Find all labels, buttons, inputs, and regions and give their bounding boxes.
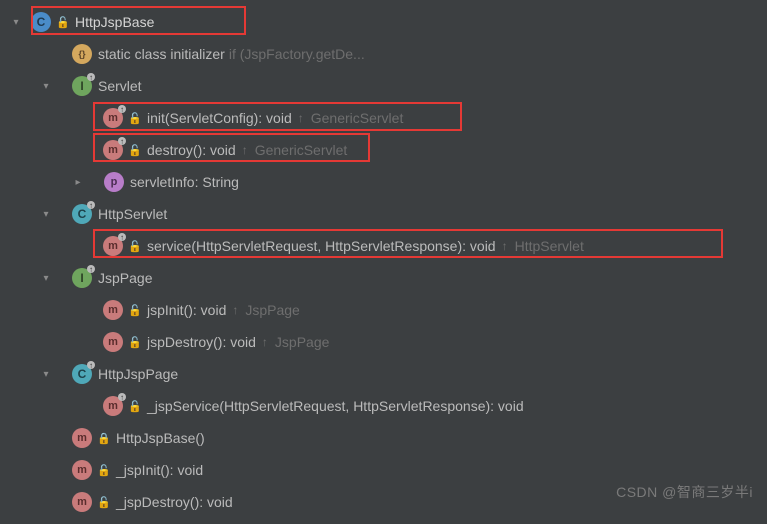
lock-open-icon: 🔓 — [129, 112, 141, 124]
method-sig: service(HttpServletRequest, HttpServletR… — [147, 238, 496, 254]
chevron-right-icon[interactable]: ▸ — [70, 174, 86, 190]
initializer-node[interactable]: static class initializer if (JspFactory.… — [0, 38, 767, 70]
method-icon — [103, 140, 123, 160]
class-node-httpjspbase[interactable]: ▾ 🔓 HttpJspBase — [0, 6, 767, 38]
method-sig: jspInit(): void — [147, 302, 226, 318]
constructor[interactable]: 🔒 HttpJspBase() — [0, 422, 767, 454]
method-destroy[interactable]: 🔓 destroy(): void ↑ GenericServlet — [0, 134, 767, 166]
arrow-up-icon: ↑ — [262, 335, 268, 349]
method-init[interactable]: 🔓 init(ServletConfig): void ↑ GenericServ… — [0, 102, 767, 134]
method-jspservice[interactable]: 🔓 _jspService(HttpServletRequest, HttpSe… — [0, 390, 767, 422]
jsppage-label: JspPage — [98, 270, 152, 286]
interface-icon — [72, 76, 92, 96]
method-icon — [103, 300, 123, 320]
arrow-up-icon: ↑ — [502, 239, 508, 253]
chevron-down-icon[interactable]: ▾ — [38, 78, 54, 94]
interface-icon — [72, 268, 92, 288]
method-icon — [103, 236, 123, 256]
interface-httpjsppage[interactable]: ▾ HttpJspPage — [0, 358, 767, 390]
class-icon — [31, 12, 51, 32]
abstract-class-icon — [72, 364, 92, 384]
method-sig: _jspService(HttpServletRequest, HttpServ… — [147, 398, 524, 414]
override-up-icon — [87, 73, 95, 81]
class-httpservlet[interactable]: ▾ HttpServlet — [0, 198, 767, 230]
override-up-icon — [87, 361, 95, 369]
method-icon — [72, 492, 92, 512]
method-icon — [103, 108, 123, 128]
watermark: CSDN @智商三岁半i — [616, 482, 753, 502]
method-origin: JspPage — [245, 302, 299, 318]
property-icon — [104, 172, 124, 192]
method-jspinit[interactable]: 🔓 jspInit(): void ↑ JspPage — [0, 294, 767, 326]
lock-open-icon: 🔓 — [57, 16, 69, 28]
method-jspdestroy[interactable]: 🔓 jspDestroy(): void ↑ JspPage — [0, 326, 767, 358]
lock-open-icon: 🔓 — [129, 336, 141, 348]
lock-open-icon: 🔓 — [129, 304, 141, 316]
initializer-hint: if (JspFactory.getDe... — [229, 46, 365, 62]
arrow-up-icon: ↑ — [242, 143, 248, 157]
method-icon — [72, 460, 92, 480]
method-origin: HttpServlet — [515, 238, 584, 254]
initializer-label: static class initializer — [98, 46, 225, 62]
method-icon — [72, 428, 92, 448]
method-service[interactable]: 🔓 service(HttpServletRequest, HttpServle… — [0, 230, 767, 262]
structure-tree: ▾ 🔓 HttpJspBase static class initializer… — [0, 0, 767, 524]
method-sig: HttpJspBase() — [116, 430, 205, 446]
initializer-icon — [72, 44, 92, 64]
method-origin: GenericServlet — [255, 142, 348, 158]
lock-open-icon: 🔓 — [98, 496, 110, 508]
method-icon — [103, 396, 123, 416]
httpjsppage-label: HttpJspPage — [98, 366, 178, 382]
override-up-icon — [87, 265, 95, 273]
servlet-label: Servlet — [98, 78, 142, 94]
arrow-up-icon: ↑ — [232, 303, 238, 317]
lock-closed-icon: 🔒 — [98, 432, 110, 444]
method-sig: destroy(): void — [147, 142, 236, 158]
chevron-down-icon[interactable]: ▾ — [38, 206, 54, 222]
lock-open-icon: 🔓 — [129, 400, 141, 412]
interface-servlet[interactable]: ▾ Servlet — [0, 70, 767, 102]
method-sig: _jspDestroy(): void — [116, 494, 233, 510]
method-origin: GenericServlet — [311, 110, 404, 126]
interface-jsppage[interactable]: ▾ JspPage — [0, 262, 767, 294]
method-sig: init(ServletConfig): void — [147, 110, 292, 126]
method-sig: jspDestroy(): void — [147, 334, 256, 350]
method-icon — [103, 332, 123, 352]
override-up-icon — [118, 137, 126, 145]
property-sig: servletInfo: String — [130, 174, 239, 190]
chevron-down-icon[interactable]: ▾ — [38, 366, 54, 382]
abstract-class-icon — [72, 204, 92, 224]
chevron-down-icon[interactable]: ▾ — [8, 14, 24, 30]
class-label: HttpJspBase — [75, 14, 154, 30]
chevron-down-icon[interactable]: ▾ — [38, 270, 54, 286]
lock-open-icon: 🔓 — [129, 144, 141, 156]
lock-open-icon: 🔓 — [129, 240, 141, 252]
property-servletinfo[interactable]: ▸ servletInfo: String — [0, 166, 767, 198]
method-origin: JspPage — [275, 334, 329, 350]
arrow-up-icon: ↑ — [298, 111, 304, 125]
lock-open-icon: 🔓 — [98, 464, 110, 476]
override-up-icon — [118, 233, 126, 241]
override-up-icon — [118, 105, 126, 113]
method-sig: _jspInit(): void — [116, 462, 203, 478]
override-up-icon — [118, 393, 126, 401]
override-up-icon — [87, 201, 95, 209]
httpservlet-label: HttpServlet — [98, 206, 167, 222]
